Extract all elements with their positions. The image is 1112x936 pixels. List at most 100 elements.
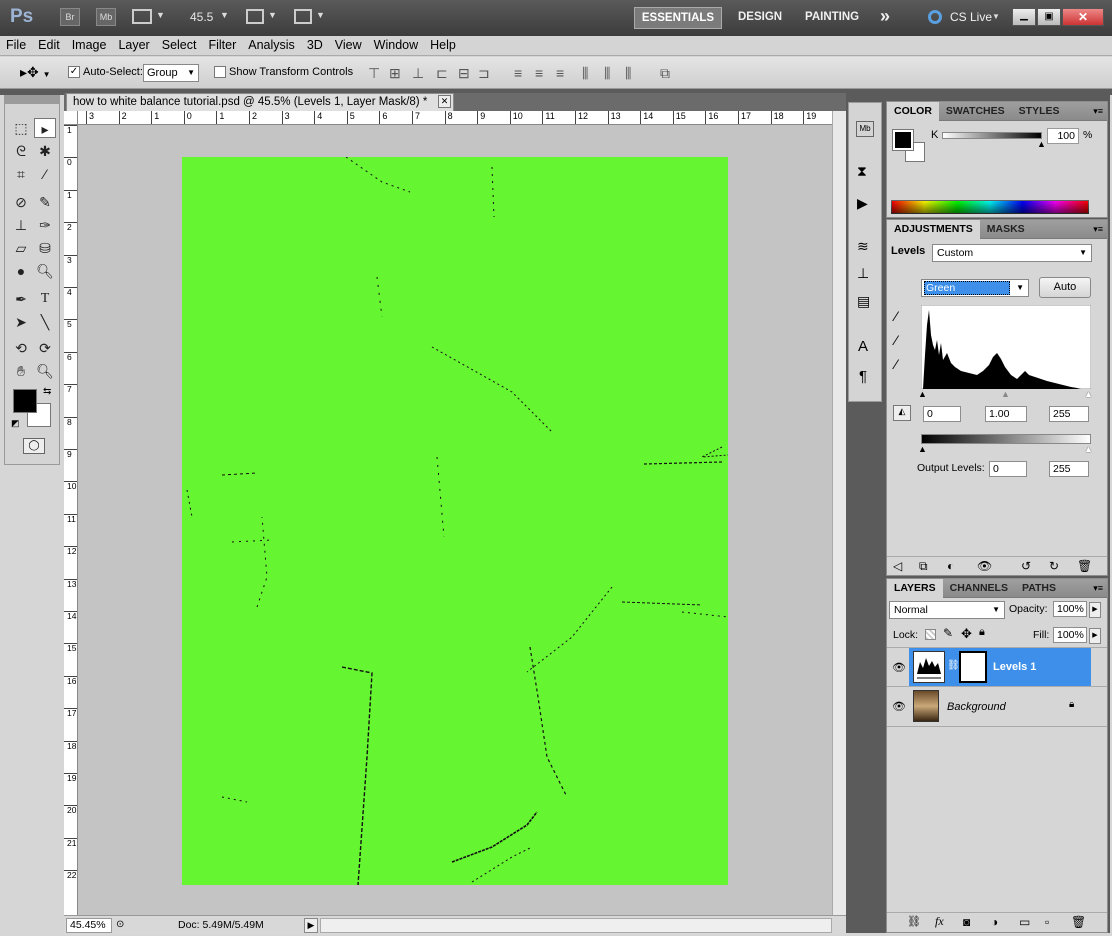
foreground-color-swatch[interactable] (13, 389, 37, 413)
tool-presets-panel-icon[interactable]: ▤ (857, 293, 870, 310)
tab-adjustments[interactable]: ADJUSTMENTS (887, 220, 980, 239)
swap-colors-icon[interactable]: ⇆ (43, 386, 51, 397)
tab-masks[interactable]: MASKS (980, 220, 1032, 239)
output-white-slider[interactable]: ▲ (1084, 444, 1093, 454)
fill-slider-arrow-icon[interactable]: ▶ (1089, 628, 1101, 644)
auto-button[interactable]: Auto (1039, 277, 1091, 298)
panel-menu-icon[interactable]: ▾≡ (1093, 224, 1103, 235)
menu-file[interactable]: File (0, 36, 32, 52)
3d-orbit-tool-icon[interactable]: ⟳ (34, 338, 56, 358)
input-gamma-field[interactable]: 1.00 (985, 406, 1027, 422)
panel-menu-icon[interactable]: ▾≡ (1093, 583, 1103, 594)
tab-paths[interactable]: PATHS (1015, 579, 1063, 598)
close-document-icon[interactable]: ✕ (438, 95, 451, 108)
panel-menu-icon[interactable]: ▾≡ (1093, 106, 1103, 117)
white-point-eyedropper-icon[interactable]: ⁄ (895, 356, 897, 372)
lock-position-icon[interactable]: ✥ (961, 626, 972, 642)
blur-tool-icon[interactable]: ● (10, 261, 32, 281)
paragraph-panel-icon[interactable]: ¶ (859, 368, 867, 385)
menu-image[interactable]: Image (66, 36, 113, 52)
pen-tool-icon[interactable]: ✒ (10, 289, 32, 309)
tab-layers[interactable]: LAYERS (887, 579, 943, 598)
zoom-level-field[interactable]: 45.5 (190, 10, 213, 24)
distribute-top-icon[interactable]: ≡ (514, 65, 522, 81)
lasso-tool-icon[interactable]: ᘓ (10, 141, 32, 161)
menu-edit[interactable]: Edit (32, 36, 66, 52)
k-value-field[interactable]: 100 (1047, 128, 1079, 144)
actions-panel-icon[interactable]: ▶ (857, 195, 868, 212)
chevron-down-icon[interactable]: ▼ (156, 10, 165, 20)
reset-icon[interactable]: ↺ (1021, 559, 1031, 573)
menu-view[interactable]: View (329, 36, 368, 52)
blend-mode-dropdown[interactable]: Normal ▼ (889, 601, 1005, 619)
workspace-painting[interactable]: PAINTING (805, 11, 859, 23)
chevron-down-icon[interactable]: ▼ (316, 10, 325, 20)
auto-select-checkbox[interactable]: ✓ (68, 66, 80, 78)
marquee-tool-icon[interactable]: ⬚ (10, 118, 32, 138)
opacity-slider-arrow-icon[interactable]: ▶ (1089, 602, 1101, 618)
menu-window[interactable]: Window (368, 36, 424, 52)
layer-name[interactable]: Background (947, 701, 1006, 713)
vertical-scrollbar[interactable] (832, 111, 846, 915)
quick-mask-button[interactable]: ◯ (23, 438, 45, 454)
horizontal-scrollbar[interactable] (320, 918, 832, 933)
minibridge-button[interactable]: Mb (96, 8, 116, 26)
link-layers-icon[interactable]: ⛓︎ (907, 915, 921, 928)
view-extras-icon[interactable] (132, 9, 152, 24)
show-transform-checkbox[interactable] (214, 66, 226, 78)
k-slider[interactable] (942, 132, 1042, 139)
layer-name[interactable]: Levels 1 (993, 661, 1036, 673)
tab-styles[interactable]: STYLES (1012, 102, 1067, 121)
layer-style-icon[interactable]: fx (935, 914, 944, 929)
lock-pixels-icon[interactable]: ✎ (943, 626, 953, 640)
character-panel-icon[interactable]: A (858, 338, 868, 355)
output-black-field[interactable]: 0 (989, 461, 1027, 477)
zoom-percentage[interactable]: 45.45% (66, 918, 112, 933)
chain-link-icon[interactable]: ⛓︎ (947, 660, 960, 671)
more-workspaces-icon[interactable]: » (880, 6, 890, 27)
document-canvas[interactable] (182, 157, 728, 885)
trash-icon[interactable]: 🗑︎ (1071, 915, 1086, 929)
k-slider-thumb[interactable]: ▲ (1037, 139, 1046, 149)
lock-transparent-icon[interactable] (925, 629, 936, 640)
eyedropper-tool-icon[interactable]: ⁄ (34, 164, 56, 184)
tab-color[interactable]: COLOR (887, 102, 939, 121)
move-tool-icon[interactable]: ▸ (34, 118, 56, 138)
eye-icon[interactable]: 👁︎ (892, 661, 906, 674)
eraser-tool-icon[interactable]: ▱ (10, 238, 32, 258)
auto-select-dropdown[interactable]: Group ▼ (143, 64, 199, 82)
chevron-down-icon[interactable]: ▼ (992, 12, 1000, 21)
workspace-essentials[interactable]: ESSENTIALS (634, 7, 722, 29)
arrange-documents-icon[interactable] (246, 9, 264, 24)
gray-point-eyedropper-icon[interactable]: ⁄ (895, 332, 897, 348)
menu-filter[interactable]: Filter (202, 36, 242, 52)
trash-icon[interactable]: 🗑︎ (1077, 559, 1092, 573)
layer-mask-thumbnail[interactable] (959, 651, 987, 683)
view-previous-icon[interactable]: 👁︎ (977, 559, 992, 573)
output-black-slider[interactable]: ▲ (918, 444, 927, 454)
3d-rotate-tool-icon[interactable]: ⟲ (10, 338, 32, 358)
add-mask-icon[interactable]: ◙ (963, 915, 970, 929)
menu-select[interactable]: Select (156, 36, 203, 52)
align-horizontal-centers-icon[interactable]: ⊟ (458, 65, 470, 82)
fill-field[interactable]: 100% (1053, 627, 1087, 643)
chevron-down-icon[interactable]: ▼ (268, 10, 277, 20)
tab-channels[interactable]: CHANNELS (943, 579, 1015, 598)
lock-all-icon[interactable]: 🔒︎ (979, 626, 985, 639)
layer-row[interactable]: 👁︎ Background 🔒︎ (887, 687, 1107, 727)
eye-icon[interactable]: 👁︎ (892, 700, 906, 713)
channel-dropdown[interactable]: Green ▼ (921, 279, 1029, 297)
zoom-tool-icon[interactable]: 🔍︎ (34, 361, 56, 381)
brush-tool-icon[interactable]: ✎ (34, 192, 56, 212)
recycle-icon[interactable]: ↻ (1049, 559, 1059, 573)
screen-mode-icon[interactable] (294, 9, 312, 24)
layer-row[interactable]: 👁︎ ⛓︎ Levels 1 (887, 647, 1107, 687)
close-button[interactable]: ✕ (1062, 8, 1104, 26)
menu-3d[interactable]: 3D (301, 36, 329, 52)
distribute-bottom-icon[interactable]: ≡ (556, 65, 564, 81)
output-white-field[interactable]: 255 (1049, 461, 1089, 477)
menu-help[interactable]: Help (424, 36, 462, 52)
ruler-origin[interactable] (64, 111, 78, 125)
align-left-edges-icon[interactable]: ⊏ (436, 65, 448, 82)
path-selection-tool-icon[interactable]: ➤ (10, 312, 32, 332)
